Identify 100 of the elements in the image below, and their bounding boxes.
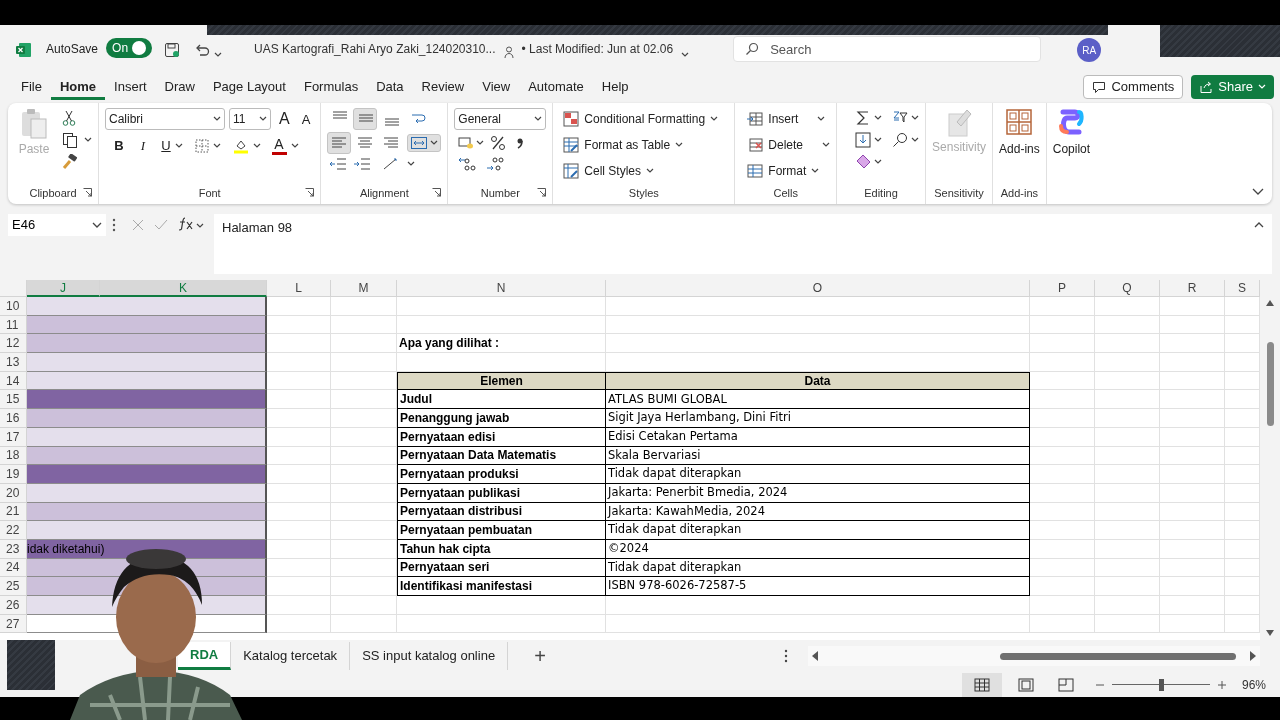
row-header[interactable]: 16 — [0, 409, 27, 428]
row-header[interactable]: 10 — [0, 297, 27, 316]
scrollbar-thumb[interactable] — [1000, 652, 1236, 660]
function-icon[interactable] — [178, 217, 194, 231]
column-header[interactable]: R — [1160, 280, 1225, 297]
chevron-down-icon[interactable] — [476, 140, 485, 146]
column-header[interactable]: P — [1030, 280, 1095, 297]
sheet-tab[interactable]: Katalog tercetak — [231, 642, 351, 670]
chevron-down-icon[interactable] — [874, 115, 883, 121]
menu-tab[interactable]: Insert — [105, 73, 156, 100]
save-icon[interactable] — [164, 42, 181, 58]
formula-field[interactable]: Halaman 98 — [214, 214, 1272, 274]
row-header[interactable]: 26 — [0, 596, 27, 615]
underline-button[interactable]: U — [159, 136, 173, 156]
decrease-decimal-icon[interactable] — [458, 156, 477, 172]
column-header[interactable]: K — [100, 280, 267, 297]
search-icon[interactable] — [892, 132, 909, 148]
copy-icon[interactable] — [62, 132, 78, 148]
sheet-tab[interactable]: RDA — [178, 642, 232, 670]
name-box[interactable]: E46 — [8, 214, 106, 236]
row-header[interactable]: 15 — [0, 390, 27, 410]
chevron-down-icon[interactable] — [874, 137, 883, 143]
chevron-down-icon[interactable] — [874, 159, 883, 165]
autosave-toggle[interactable]: On — [106, 38, 153, 58]
cell-styles-button[interactable]: Cell Styles — [563, 160, 719, 181]
number-format-dropdown[interactable]: General — [454, 108, 547, 130]
menu-tab[interactable]: Draw — [155, 73, 204, 100]
share-button[interactable]: Share — [1191, 74, 1274, 99]
align-left-icon[interactable] — [327, 132, 352, 154]
chevron-down-icon[interactable] — [291, 142, 299, 149]
chevron-down-icon[interactable] — [911, 137, 920, 143]
chevron-down-icon[interactable] — [681, 52, 690, 58]
chevron-down-icon[interactable] — [84, 137, 92, 143]
eraser-icon[interactable] — [855, 154, 872, 170]
comments-button[interactable]: Comments — [1083, 74, 1184, 99]
fill-down-icon[interactable] — [855, 132, 872, 148]
menu-tab[interactable]: Review — [412, 73, 474, 100]
column-header[interactable]: J — [27, 280, 100, 297]
row-header[interactable]: 19 — [0, 465, 27, 484]
conditional-formatting-button[interactable]: Conditional Formatting — [563, 108, 719, 129]
chevron-down-icon[interactable] — [196, 223, 204, 229]
dialog-launcher-icon[interactable] — [537, 188, 547, 197]
column-header[interactable]: M — [331, 280, 397, 297]
increase-indent-icon[interactable] — [353, 156, 372, 172]
menu-tab[interactable]: Page Layout — [203, 73, 295, 100]
row-header[interactable]: 25 — [0, 577, 27, 596]
more-icon[interactable] — [784, 649, 788, 663]
column-header[interactable]: O — [606, 280, 1030, 297]
column-header[interactable]: N — [397, 280, 606, 297]
row-header[interactable]: 12 — [0, 334, 27, 354]
scroll-left-icon[interactable] — [812, 651, 818, 661]
menu-tab[interactable]: Home — [50, 73, 106, 100]
align-middle-icon[interactable] — [353, 108, 378, 130]
menu-tab[interactable]: Automate — [519, 73, 593, 100]
format-button[interactable]: Format — [747, 160, 831, 181]
chevron-down-icon[interactable] — [213, 142, 221, 149]
menu-tab[interactable]: View — [473, 73, 520, 100]
comma-style-icon[interactable] — [516, 136, 525, 150]
scrollbar-thumb[interactable] — [1266, 342, 1274, 426]
scroll-right-icon[interactable] — [1250, 651, 1256, 661]
menu-tab[interactable]: Data — [367, 73, 413, 100]
format-as-table-button[interactable]: Format as Table — [563, 134, 719, 155]
increase-decimal-icon[interactable] — [486, 156, 505, 172]
chevron-down-icon[interactable] — [214, 52, 223, 58]
italic-button[interactable]: I — [135, 136, 151, 156]
chevron-down-icon[interactable] — [911, 115, 920, 121]
font-family-dropdown[interactable]: Calibri — [105, 108, 225, 130]
delete-button[interactable]: Delete — [747, 134, 831, 155]
spreadsheet-app-icon[interactable] — [16, 42, 32, 58]
search-field[interactable]: Search — [733, 36, 1042, 62]
chevron-down-icon[interactable] — [253, 142, 261, 149]
zoom-slider-thumb[interactable] — [1158, 678, 1164, 691]
dialog-launcher-icon[interactable] — [432, 188, 442, 197]
normal-view-icon[interactable] — [961, 672, 1002, 697]
percent-icon[interactable] — [490, 135, 507, 151]
row-header[interactable]: 22 — [0, 521, 27, 540]
undo-icon[interactable] — [194, 42, 211, 58]
dialog-launcher-icon[interactable] — [305, 188, 315, 197]
scroll-down-icon[interactable] — [1266, 630, 1274, 636]
copilot-button[interactable]: Copilot — [1052, 108, 1091, 182]
menu-tab[interactable]: File — [12, 73, 51, 100]
chevron-down-icon[interactable] — [407, 161, 416, 167]
dialog-launcher-icon[interactable] — [83, 188, 92, 197]
user-avatar[interactable]: RA — [1077, 38, 1102, 62]
row-header[interactable]: 13 — [0, 353, 27, 372]
zoom-in-icon[interactable] — [1217, 680, 1226, 689]
merge-center-button[interactable] — [407, 134, 442, 152]
add-sheet-button[interactable]: + — [530, 646, 551, 666]
page-break-view-icon[interactable] — [1057, 677, 1074, 692]
chevron-down-icon[interactable] — [1252, 188, 1264, 196]
shrink-font-button[interactable]: A — [297, 112, 315, 126]
chevron-down-icon[interactable] — [175, 142, 183, 149]
column-header[interactable]: L — [267, 280, 331, 297]
bold-button[interactable]: B — [111, 136, 127, 156]
sheet-tab[interactable]: SS input katalog online — [350, 642, 509, 670]
page-layout-view-icon[interactable] — [1017, 677, 1034, 692]
more-icon[interactable] — [112, 218, 116, 232]
check-icon[interactable] — [154, 219, 168, 231]
column-header[interactable]: Q — [1095, 280, 1160, 297]
menu-tab[interactable]: Formulas — [294, 73, 368, 100]
